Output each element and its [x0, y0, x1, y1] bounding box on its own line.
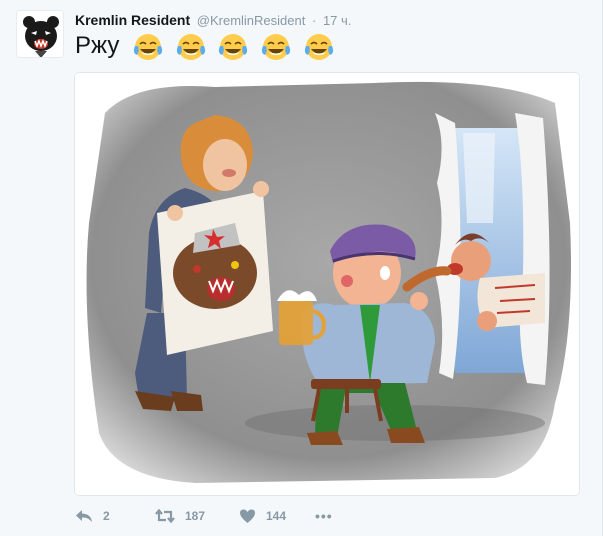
tweet-media-image[interactable] [74, 72, 580, 496]
tweet: Kremlin Resident @KremlinResident · 17 ч… [0, 0, 603, 536]
more-options-icon: ••• [315, 508, 333, 524]
more-options-button[interactable]: ••• [315, 505, 333, 527]
tweet-text-content: Ржу [75, 32, 120, 59]
face-with-tears-of-joy-icon [261, 34, 291, 61]
reply-count: 2 [103, 509, 110, 523]
face-with-tears-of-joy-icon [133, 34, 163, 61]
emoji-group [132, 30, 339, 64]
author-name[interactable]: Kremlin Resident [75, 12, 190, 28]
tweet-text: Ржу [75, 29, 339, 63]
caricature-illustration [75, 73, 579, 495]
like-button[interactable]: 144 [239, 505, 286, 527]
reply-icon [76, 510, 92, 522]
like-count: 144 [266, 509, 287, 523]
heart-icon [240, 509, 255, 523]
timestamp[interactable]: 17 ч. [323, 13, 351, 28]
face-with-tears-of-joy-icon [176, 34, 205, 61]
retweet-count: 187 [185, 509, 206, 523]
author-handle[interactable]: @KremlinResident [197, 13, 306, 28]
retweet-icon [155, 508, 175, 524]
bear-logo-icon [17, 11, 63, 57]
tweet-header: Kremlin Resident @KremlinResident · 17 ч… [75, 11, 351, 29]
avatar[interactable] [16, 10, 64, 58]
face-with-tears-of-joy-icon [219, 34, 248, 61]
header-separator: · [311, 13, 317, 28]
face-with-tears-of-joy-icon [304, 34, 333, 61]
reply-button[interactable]: 2 [75, 505, 110, 527]
retweet-button[interactable]: 187 [155, 505, 205, 527]
